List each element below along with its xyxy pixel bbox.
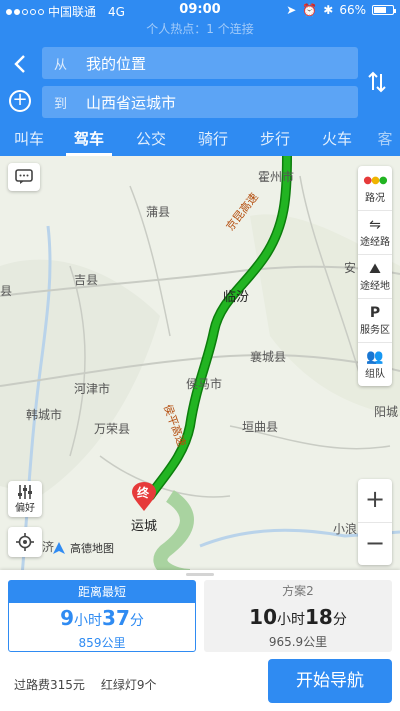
- map-label: 小浪: [333, 522, 358, 536]
- location-icon: ➤: [286, 3, 297, 17]
- route-header: 中国联通 4G 09:00 ➤ ⏰ ✱ 66% 个人热点：1 个连接 + 从 我…: [0, 0, 400, 156]
- plan-minutes: 37: [102, 606, 130, 630]
- service-area-label: 服务区: [360, 325, 390, 336]
- plan-distance: 859公里: [78, 636, 126, 650]
- tab-coach[interactable]: 客: [368, 121, 400, 156]
- service-area-button[interactable]: P 服务区: [358, 298, 392, 342]
- destination-field[interactable]: 到 山西省运城市: [42, 86, 358, 118]
- bluetooth-icon: ✱: [323, 3, 334, 17]
- swap-arrows-icon: [368, 71, 386, 93]
- tab-taxi[interactable]: 叫车: [0, 121, 58, 156]
- traffic-light-count: 红绿灯9个: [100, 678, 157, 692]
- plan-hours: 10: [249, 605, 277, 629]
- via-road-button[interactable]: ⇋ 途经路: [358, 210, 392, 254]
- sheet-drag-handle[interactable]: [186, 573, 214, 576]
- status-bar: 中国联通 4G 09:00 ➤ ⏰ ✱ 66%: [0, 0, 400, 20]
- chat-bubble-icon: [15, 169, 33, 184]
- route-plan-card[interactable]: 方案2 10小时18分 965.9公里: [204, 580, 392, 652]
- crosshair-icon: [16, 533, 34, 551]
- alarm-icon: ⏰: [302, 3, 318, 17]
- back-button[interactable]: [8, 52, 32, 76]
- plan-hour-unit: 小时: [74, 613, 103, 629]
- destination-value: 山西省运城市: [86, 93, 177, 112]
- zoom-control: + −: [358, 479, 392, 565]
- toll-info: 过路费315元: [14, 678, 85, 692]
- map-label: 垣曲县: [242, 420, 279, 434]
- service-area-icon: P: [369, 305, 381, 321]
- map-label: 安: [344, 261, 357, 275]
- plan-minutes: 18: [305, 605, 333, 629]
- via-road-icon: ⇋: [369, 217, 381, 233]
- battery-icon: [372, 5, 396, 15]
- plan-tag: 距离最短: [9, 581, 195, 603]
- team-button[interactable]: 👥 组队: [358, 342, 392, 386]
- zoom-in-button[interactable]: +: [358, 479, 392, 522]
- battery-percent: 66%: [339, 3, 366, 17]
- map-label: 运城: [131, 519, 158, 534]
- plan-duration: 9小时37分: [9, 605, 195, 634]
- sliders-icon: [18, 484, 32, 499]
- route-plan-sheet: 距离最短 9小时37分 859公里 方案2 10小时18分 965.9公里 过路…: [0, 570, 400, 711]
- map-label: 侯马市: [186, 377, 223, 391]
- team-icon: 👥: [366, 349, 384, 365]
- map-toolbar: ●●● 路况 ⇋ 途经路 ⛰ 途经地 P 服务区 👥 组队: [358, 166, 392, 386]
- map-view[interactable]: 霍州市 蒲县 吉县 县 临汾 安 襄城县 侯马市 河津市 万荣县 韩城市 垣曲县…: [0, 156, 400, 576]
- plan-minute-unit: 分: [332, 612, 347, 628]
- via-place-button[interactable]: ⛰ 途经地: [358, 254, 392, 298]
- plan-minute-unit: 分: [129, 613, 144, 629]
- destination-prefix: 到: [54, 96, 68, 112]
- amap-logo: 高德地图: [52, 540, 114, 556]
- map-label: 襄城县: [250, 350, 287, 364]
- start-navigation-button[interactable]: 开始导航: [268, 659, 392, 703]
- map-label: 蒲县: [146, 205, 171, 219]
- via-place-label: 途经地: [360, 281, 390, 292]
- route-extra-info: 过路费315元 红绿灯9个: [14, 676, 157, 693]
- battery-fill: [374, 7, 386, 13]
- map-label: 阳城: [374, 405, 399, 419]
- hotspot-banner: 个人热点：1 个连接: [146, 22, 254, 36]
- map-label: 县: [0, 284, 13, 298]
- plan-hours: 9: [60, 606, 75, 630]
- map-label: 韩城市: [26, 408, 63, 422]
- plan-tag: 方案2: [282, 584, 314, 598]
- message-button[interactable]: [8, 163, 40, 191]
- map-label: 万荣县: [94, 422, 131, 436]
- tab-drive[interactable]: 驾车: [58, 121, 120, 156]
- map-label: 河津市: [74, 382, 111, 396]
- map-label: 霍州市: [258, 170, 295, 184]
- locate-me-button[interactable]: [8, 527, 42, 557]
- traffic-label: 路况: [365, 192, 385, 204]
- tab-bus[interactable]: 公交: [120, 121, 182, 156]
- back-arrow-icon: [14, 55, 25, 73]
- origin-field[interactable]: 从 我的位置: [42, 47, 358, 79]
- plan-distance: 965.9公里: [268, 635, 328, 649]
- end-pin-label: 终: [137, 486, 150, 500]
- traffic-toggle[interactable]: ●●● 路况: [358, 166, 392, 210]
- origin-value: 我的位置: [86, 54, 147, 73]
- tab-walk[interactable]: 步行: [244, 121, 306, 156]
- map-label: 临汾: [223, 290, 250, 305]
- team-label: 组队: [365, 369, 385, 380]
- route-plan-card[interactable]: 距离最短 9小时37分 859公里: [8, 580, 196, 652]
- plan-hour-unit: 小时: [277, 612, 305, 628]
- map-canvas: [0, 156, 400, 576]
- travel-mode-tabs: 叫车 驾车 公交 骑行 步行 火车 客: [0, 121, 400, 156]
- traffic-light-icon: ●●●: [363, 174, 387, 186]
- status-right: ➤ ⏰ ✱ 66%: [286, 3, 396, 17]
- amap-logo-icon: [53, 542, 65, 554]
- plan-duration: 10小时18分: [204, 604, 392, 633]
- swap-route-button[interactable]: [366, 70, 388, 94]
- add-waypoint-button[interactable]: +: [9, 90, 31, 112]
- preference-button[interactable]: 偏好: [8, 481, 42, 517]
- logo-text: 高德地图: [70, 542, 114, 555]
- zoom-out-button[interactable]: −: [358, 522, 392, 565]
- via-road-label: 途经路: [360, 237, 390, 248]
- tab-bike[interactable]: 骑行: [182, 121, 244, 156]
- preference-label: 偏好: [15, 502, 35, 514]
- via-place-icon: ⛰: [369, 261, 381, 277]
- origin-prefix: 从: [54, 57, 68, 73]
- destination-marker[interactable]: 终: [131, 482, 157, 516]
- tab-train[interactable]: 火车: [306, 121, 368, 156]
- map-label: 吉县: [74, 273, 99, 287]
